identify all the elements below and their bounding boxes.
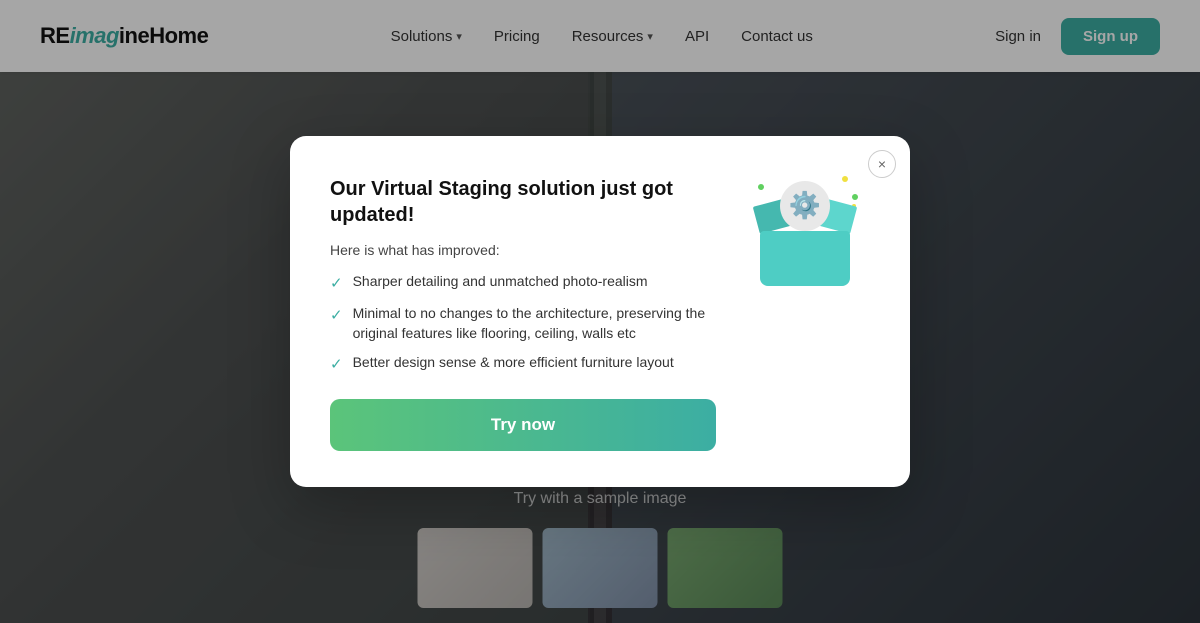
modal-dialog: × Our Virtual Staging solution just got … — [290, 136, 910, 487]
modal-subtitle: Here is what has improved: — [330, 242, 716, 258]
modal-body: Our Virtual Staging solution just got up… — [330, 176, 870, 451]
check-icon-2: ✓ — [330, 305, 343, 326]
check-icon-1: ✓ — [330, 273, 343, 294]
sparkle-3 — [758, 184, 764, 190]
modal-overlay[interactable]: × Our Virtual Staging solution just got … — [0, 0, 1200, 623]
try-now-button[interactable]: Try now — [330, 399, 716, 451]
feature-item-2: ✓ Minimal to no changes to the architect… — [330, 304, 716, 343]
modal-content: Our Virtual Staging solution just got up… — [330, 176, 716, 451]
modal-title: Our Virtual Staging solution just got up… — [330, 176, 716, 228]
modal-feature-list: ✓ Sharper detailing and unmatched photo-… — [330, 272, 716, 375]
sparkle-2 — [852, 194, 858, 200]
feature-text-1: Sharper detailing and unmatched photo-re… — [353, 272, 648, 292]
illustration-box: ⚙️ — [750, 176, 860, 286]
feature-item-3: ✓ Better design sense & more efficient f… — [330, 353, 716, 375]
feature-text-2: Minimal to no changes to the architectur… — [353, 304, 716, 343]
box-body — [760, 231, 850, 286]
modal-close-button[interactable]: × — [868, 150, 896, 178]
modal-illustration: ⚙️ — [740, 176, 870, 286]
check-icon-3: ✓ — [330, 354, 343, 375]
feature-item-1: ✓ Sharper detailing and unmatched photo-… — [330, 272, 716, 294]
feature-text-3: Better design sense & more efficient fur… — [353, 353, 674, 373]
gear-icon: ⚙️ — [780, 181, 830, 231]
sparkle-1 — [842, 176, 848, 182]
